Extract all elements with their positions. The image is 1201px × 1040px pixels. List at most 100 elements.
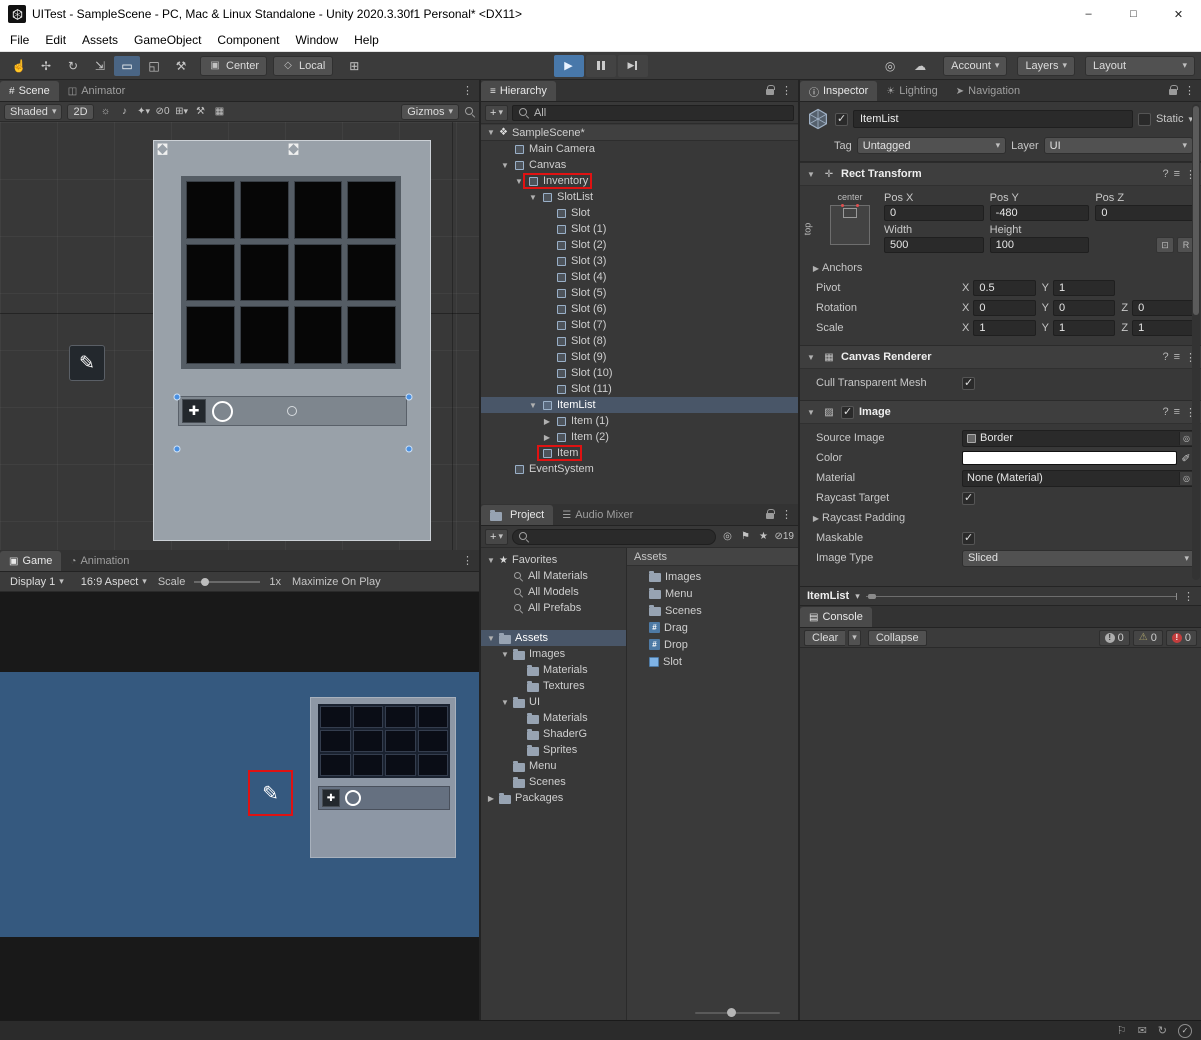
width-field[interactable]: 500 <box>884 237 984 253</box>
tab-animator[interactable]: ◫ Animator <box>59 81 134 101</box>
close-button[interactable]: ✕ <box>1156 0 1201 28</box>
chevron-down-icon[interactable]: ▾ <box>855 591 860 602</box>
tag-dropdown[interactable]: Untagged ▾ <box>856 137 1007 154</box>
static-checkbox[interactable] <box>1137 112 1151 126</box>
panel-menu-icon[interactable]: ⋮ <box>462 84 473 97</box>
account-dropdown[interactable]: Account ▾ <box>943 55 1008 76</box>
hierarchy-item-slot-3-[interactable]: Slot (3) <box>481 253 798 269</box>
rotation-x-field[interactable]: 0 <box>973 300 1036 316</box>
grid-snap-button[interactable]: ⊞ <box>341 56 367 76</box>
maximize-button[interactable]: □ <box>1111 0 1156 28</box>
component-enabled-checkbox[interactable] <box>841 405 854 419</box>
layout-dropdown[interactable]: Layout ▾ <box>1085 55 1195 76</box>
hierarchy-item-slot-2-[interactable]: Slot (2) <box>481 237 798 253</box>
raycast-padding-foldout[interactable]: Raycast Padding <box>822 512 905 524</box>
layers-dropdown[interactable]: Layers ▾ <box>1017 55 1075 76</box>
pos-z-field[interactable]: 0 <box>1095 205 1195 221</box>
foldout-arrow[interactable]: ▼ <box>527 401 539 410</box>
hierarchy-item-inventory[interactable]: ▼ Inventory <box>481 173 798 189</box>
asset-item-scenes[interactable]: Scenes <box>627 602 798 619</box>
menu-component[interactable]: Component <box>209 33 287 47</box>
scale-slider-knob[interactable] <box>201 577 210 586</box>
pivot-mode-button[interactable]: ▣ Center <box>200 55 268 76</box>
scrollbar-thumb[interactable] <box>1193 106 1199 316</box>
pause-button[interactable] <box>585 54 616 77</box>
message-icon[interactable]: ✉ <box>1138 1024 1147 1037</box>
hierarchy-item-main-camera[interactable]: Main Camera <box>481 141 798 157</box>
tab-inspector[interactable]: ⓘ Inspector <box>800 81 878 101</box>
scene-visibility-icon[interactable]: ⊘0 <box>156 106 170 117</box>
project-search-input[interactable] <box>511 528 717 545</box>
scene-effects-icon[interactable]: ✦▾ <box>137 106 151 117</box>
hierarchy-item-slot-7-[interactable]: Slot (7) <box>481 317 798 333</box>
warning-count-toggle[interactable]: ⚠ 0 <box>1132 629 1163 646</box>
clear-dropdown-icon[interactable]: ▾ <box>848 629 861 646</box>
foldout-arrow[interactable]: ▼ <box>499 698 511 707</box>
project-tree-item-favorites[interactable]: ▼ Favorites <box>481 552 626 568</box>
blueprint-mode-button[interactable]: ⊡ <box>1155 237 1174 253</box>
menu-assets[interactable]: Assets <box>74 33 126 47</box>
hierarchy-item-slot-11-[interactable]: Slot (11) <box>481 381 798 397</box>
rect-tool-button[interactable]: ▭ <box>114 55 140 76</box>
hierarchy-search-input[interactable]: All <box>511 104 794 121</box>
inspector-scrollbar[interactable] <box>1192 104 1200 580</box>
asset-item-drag[interactable]: Drag <box>627 619 798 636</box>
project-tree-item-ui[interactable]: ▼ UI <box>481 694 626 710</box>
pivot-x-field[interactable]: 0.5 <box>973 280 1036 296</box>
tab-navigation[interactable]: ➤ Navigation <box>947 81 1029 101</box>
lock-icon[interactable] <box>1169 85 1178 95</box>
inventory-panel-object[interactable]: ◤◥ ◣◢ ◤◥ ◣◢ ✚ <box>153 140 431 541</box>
lock-icon[interactable] <box>766 509 775 519</box>
layer-dropdown[interactable]: UI ▾ <box>1043 137 1193 154</box>
tab-audio-mixer[interactable]: ☰ Audio Mixer <box>553 505 642 525</box>
foldout-arrow[interactable]: ▼ <box>805 353 817 362</box>
draw-mode-dropdown[interactable]: Shaded ▾ <box>4 103 63 120</box>
step-button[interactable]: ▶ <box>617 54 648 77</box>
background-tasks-icon[interactable]: ✓ <box>1178 1023 1192 1038</box>
source-image-field[interactable]: Border ◎ <box>962 429 1195 447</box>
anchor-preset-widget[interactable]: center top <box>802 192 874 254</box>
panel-menu-icon[interactable]: ⋮ <box>781 508 792 521</box>
tab-hierarchy[interactable]: ≡ Hierarchy <box>481 81 556 101</box>
hierarchy-item-slot-8-[interactable]: Slot (8) <box>481 333 798 349</box>
pivot-y-field[interactable]: 1 <box>1053 280 1116 296</box>
foldout-arrow[interactable]: ▼ <box>513 177 525 186</box>
anchor-handle-icon[interactable]: ◤◥ ◣◢ <box>286 143 300 156</box>
info-count-toggle[interactable]: ! 0 <box>1098 629 1130 646</box>
asset-item-images[interactable]: Images <box>627 568 798 585</box>
hierarchy-item-samplescene-[interactable]: ▼ SampleScene* <box>481 125 798 141</box>
scene-camera-icon[interactable]: ▦ <box>213 106 227 117</box>
favorite-star-icon[interactable]: ★ <box>756 531 770 542</box>
panel-menu-icon[interactable]: ⋮ <box>1183 590 1194 603</box>
menu-window[interactable]: Window <box>287 33 346 47</box>
foldout-arrow[interactable]: ▶ <box>541 433 553 442</box>
project-tree-item-menu[interactable]: Menu <box>481 758 626 774</box>
rotate-tool-button[interactable]: ↻ <box>60 56 86 76</box>
hierarchy-item-itemlist[interactable]: ▼ ItemList <box>481 397 798 413</box>
hierarchy-item-item[interactable]: Item <box>481 445 798 461</box>
project-tree-item-scenes[interactable]: Scenes <box>481 774 626 790</box>
help-icon[interactable]: ? <box>1162 168 1168 180</box>
tab-console[interactable]: ▤ Console <box>800 607 872 627</box>
image-type-dropdown[interactable]: Sliced ▾ <box>962 549 1195 567</box>
foldout-arrow[interactable]: ▼ <box>805 170 817 179</box>
project-tree-item-assets[interactable]: ▼ Assets <box>481 630 626 646</box>
project-tree-item-textures[interactable]: Textures <box>481 678 626 694</box>
project-tree-item-all-prefabs[interactable]: All Prefabs <box>481 600 626 616</box>
asset-zoom-slider[interactable] <box>695 1008 780 1017</box>
hidden-assets-icon[interactable]: ⊘19 <box>774 531 794 542</box>
clear-button[interactable]: Clear <box>804 629 846 646</box>
cloud-button[interactable]: ☁ <box>907 56 933 76</box>
scale-slider[interactable] <box>194 577 261 586</box>
label-icon[interactable]: ⚑ <box>738 531 752 542</box>
asset-item-slot[interactable]: Slot <box>627 653 798 670</box>
foldout-arrow[interactable]: ▼ <box>485 634 497 643</box>
menu-file[interactable]: File <box>2 33 37 47</box>
help-icon[interactable]: ? <box>1162 406 1168 418</box>
game-viewport[interactable]: ✎ ✚ <box>0 592 479 1020</box>
project-tree-item-shaderg[interactable]: ShaderG <box>481 726 626 742</box>
anchor-handle-icon[interactable]: ◤◥ ◣◢ <box>155 143 169 156</box>
scene-lighting-icon[interactable]: ☼ <box>99 106 113 117</box>
panel-menu-icon[interactable]: ⋮ <box>1184 84 1195 97</box>
raycast-target-checkbox[interactable] <box>962 491 975 505</box>
